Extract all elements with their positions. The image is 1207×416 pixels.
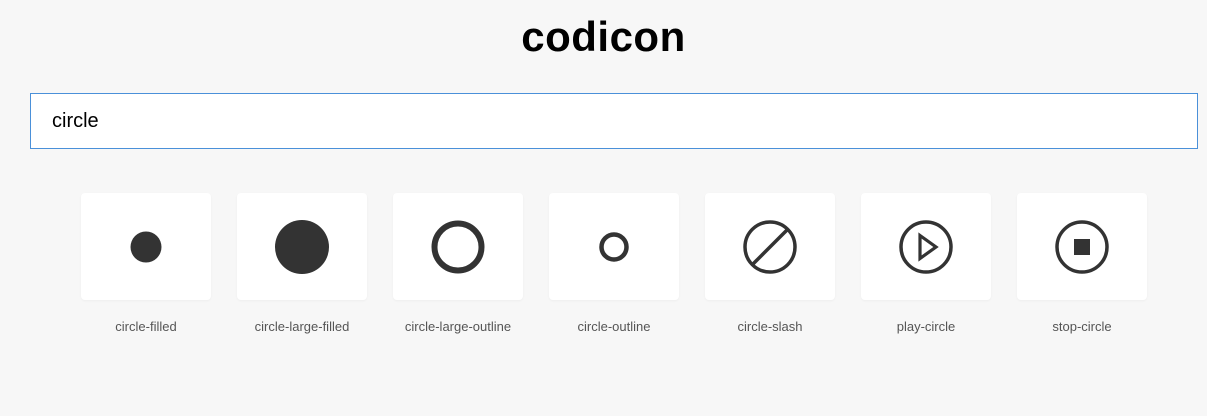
search-box[interactable]	[30, 93, 1198, 149]
icon-search-page: codicon circle-filled circle-large-fille…	[0, 0, 1207, 416]
icon-card[interactable]	[861, 193, 991, 300]
circle-large-filled-icon	[275, 219, 329, 274]
circle-filled-icon	[130, 231, 162, 262]
icon-label: circle-outline	[577, 319, 651, 334]
icon-card[interactable]	[81, 193, 211, 300]
icon-card[interactable]	[1017, 193, 1147, 300]
play-circle-icon	[899, 219, 953, 274]
icon-label: circle-large-outline	[404, 319, 512, 334]
page-title: codicon	[521, 13, 686, 60]
circle-outline-icon	[599, 231, 629, 262]
icon-result-circle-large-filled[interactable]: circle-large-filled	[237, 193, 367, 334]
icon-result-circle-filled[interactable]: circle-filled	[81, 193, 211, 334]
icon-result-stop-circle[interactable]: stop-circle	[1017, 193, 1147, 334]
icon-result-circle-slash[interactable]: circle-slash	[705, 193, 835, 334]
icon-card[interactable]	[237, 193, 367, 300]
icon-card[interactable]	[705, 193, 835, 300]
icon-label: stop-circle	[1052, 319, 1112, 334]
icon-label: circle-large-filled	[254, 319, 350, 334]
stop-circle-icon	[1055, 219, 1109, 274]
icon-label: circle-slash	[737, 319, 803, 334]
search-input[interactable]	[31, 94, 1197, 148]
icon-card[interactable]	[393, 193, 523, 300]
circle-large-outline-icon	[431, 220, 485, 273]
icon-result-circle-outline[interactable]: circle-outline	[549, 193, 679, 334]
icon-result-play-circle[interactable]: play-circle	[861, 193, 991, 334]
circle-slash-icon	[743, 219, 797, 274]
icon-results-grid: circle-filled circle-large-filled circle…	[81, 193, 1147, 334]
icon-label: play-circle	[896, 319, 956, 334]
icon-label: circle-filled	[115, 319, 177, 334]
icon-result-circle-large-outline[interactable]: circle-large-outline	[393, 193, 523, 334]
icon-card[interactable]	[549, 193, 679, 300]
